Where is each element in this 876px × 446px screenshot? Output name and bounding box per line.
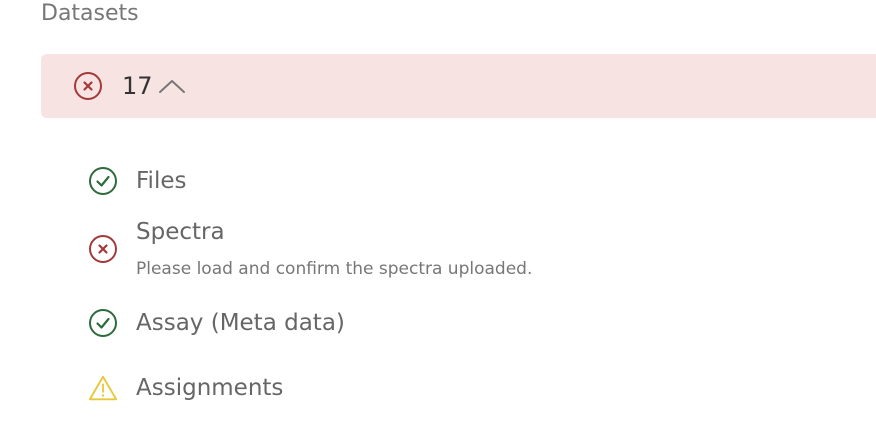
- status-description: Please load and confirm the spectra uplo…: [136, 259, 533, 279]
- error-count: 17: [122, 72, 153, 100]
- section-title: Datasets: [41, 1, 139, 26]
- warning-triangle-icon: [88, 373, 118, 403]
- summary-toggle[interactable]: 17: [41, 54, 876, 118]
- status-item-files: Files: [88, 166, 186, 196]
- check-circle-icon: [88, 166, 118, 196]
- status-label: Files: [136, 168, 187, 194]
- status-label: Assay (Meta data): [136, 310, 345, 336]
- x-circle-icon: [88, 234, 118, 264]
- status-label: Spectra: [136, 219, 225, 245]
- x-circle-icon: [73, 71, 103, 101]
- status-item-spectra: Spectra Please load and confirm the spec…: [88, 217, 532, 280]
- status-label: Assignments: [136, 375, 284, 401]
- status-item-assay: Assay (Meta data): [88, 308, 345, 338]
- status-item-assignments: Assignments: [88, 373, 283, 403]
- chevron-up-icon[interactable]: [157, 76, 187, 96]
- check-circle-icon: [88, 308, 118, 338]
